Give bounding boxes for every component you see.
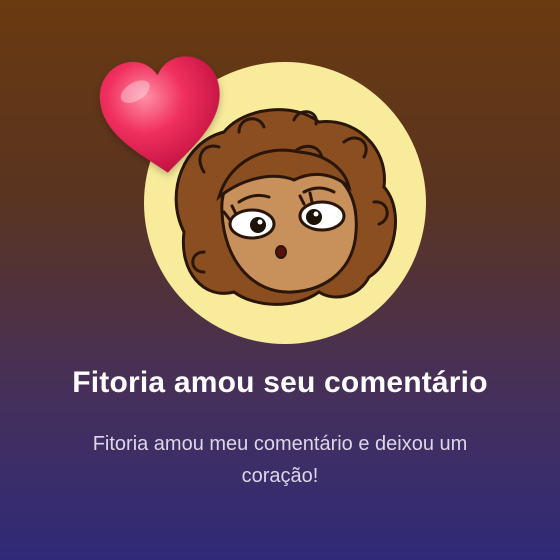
- heart-icon: [90, 48, 234, 185]
- notification-title: Fitoria amou seu comentário: [72, 366, 488, 399]
- notification-card: Fitoria amou seu comentário Fitoria amou…: [0, 0, 560, 560]
- notification-message: Fitoria amou meu comentário e deixou um …: [92, 433, 468, 487]
